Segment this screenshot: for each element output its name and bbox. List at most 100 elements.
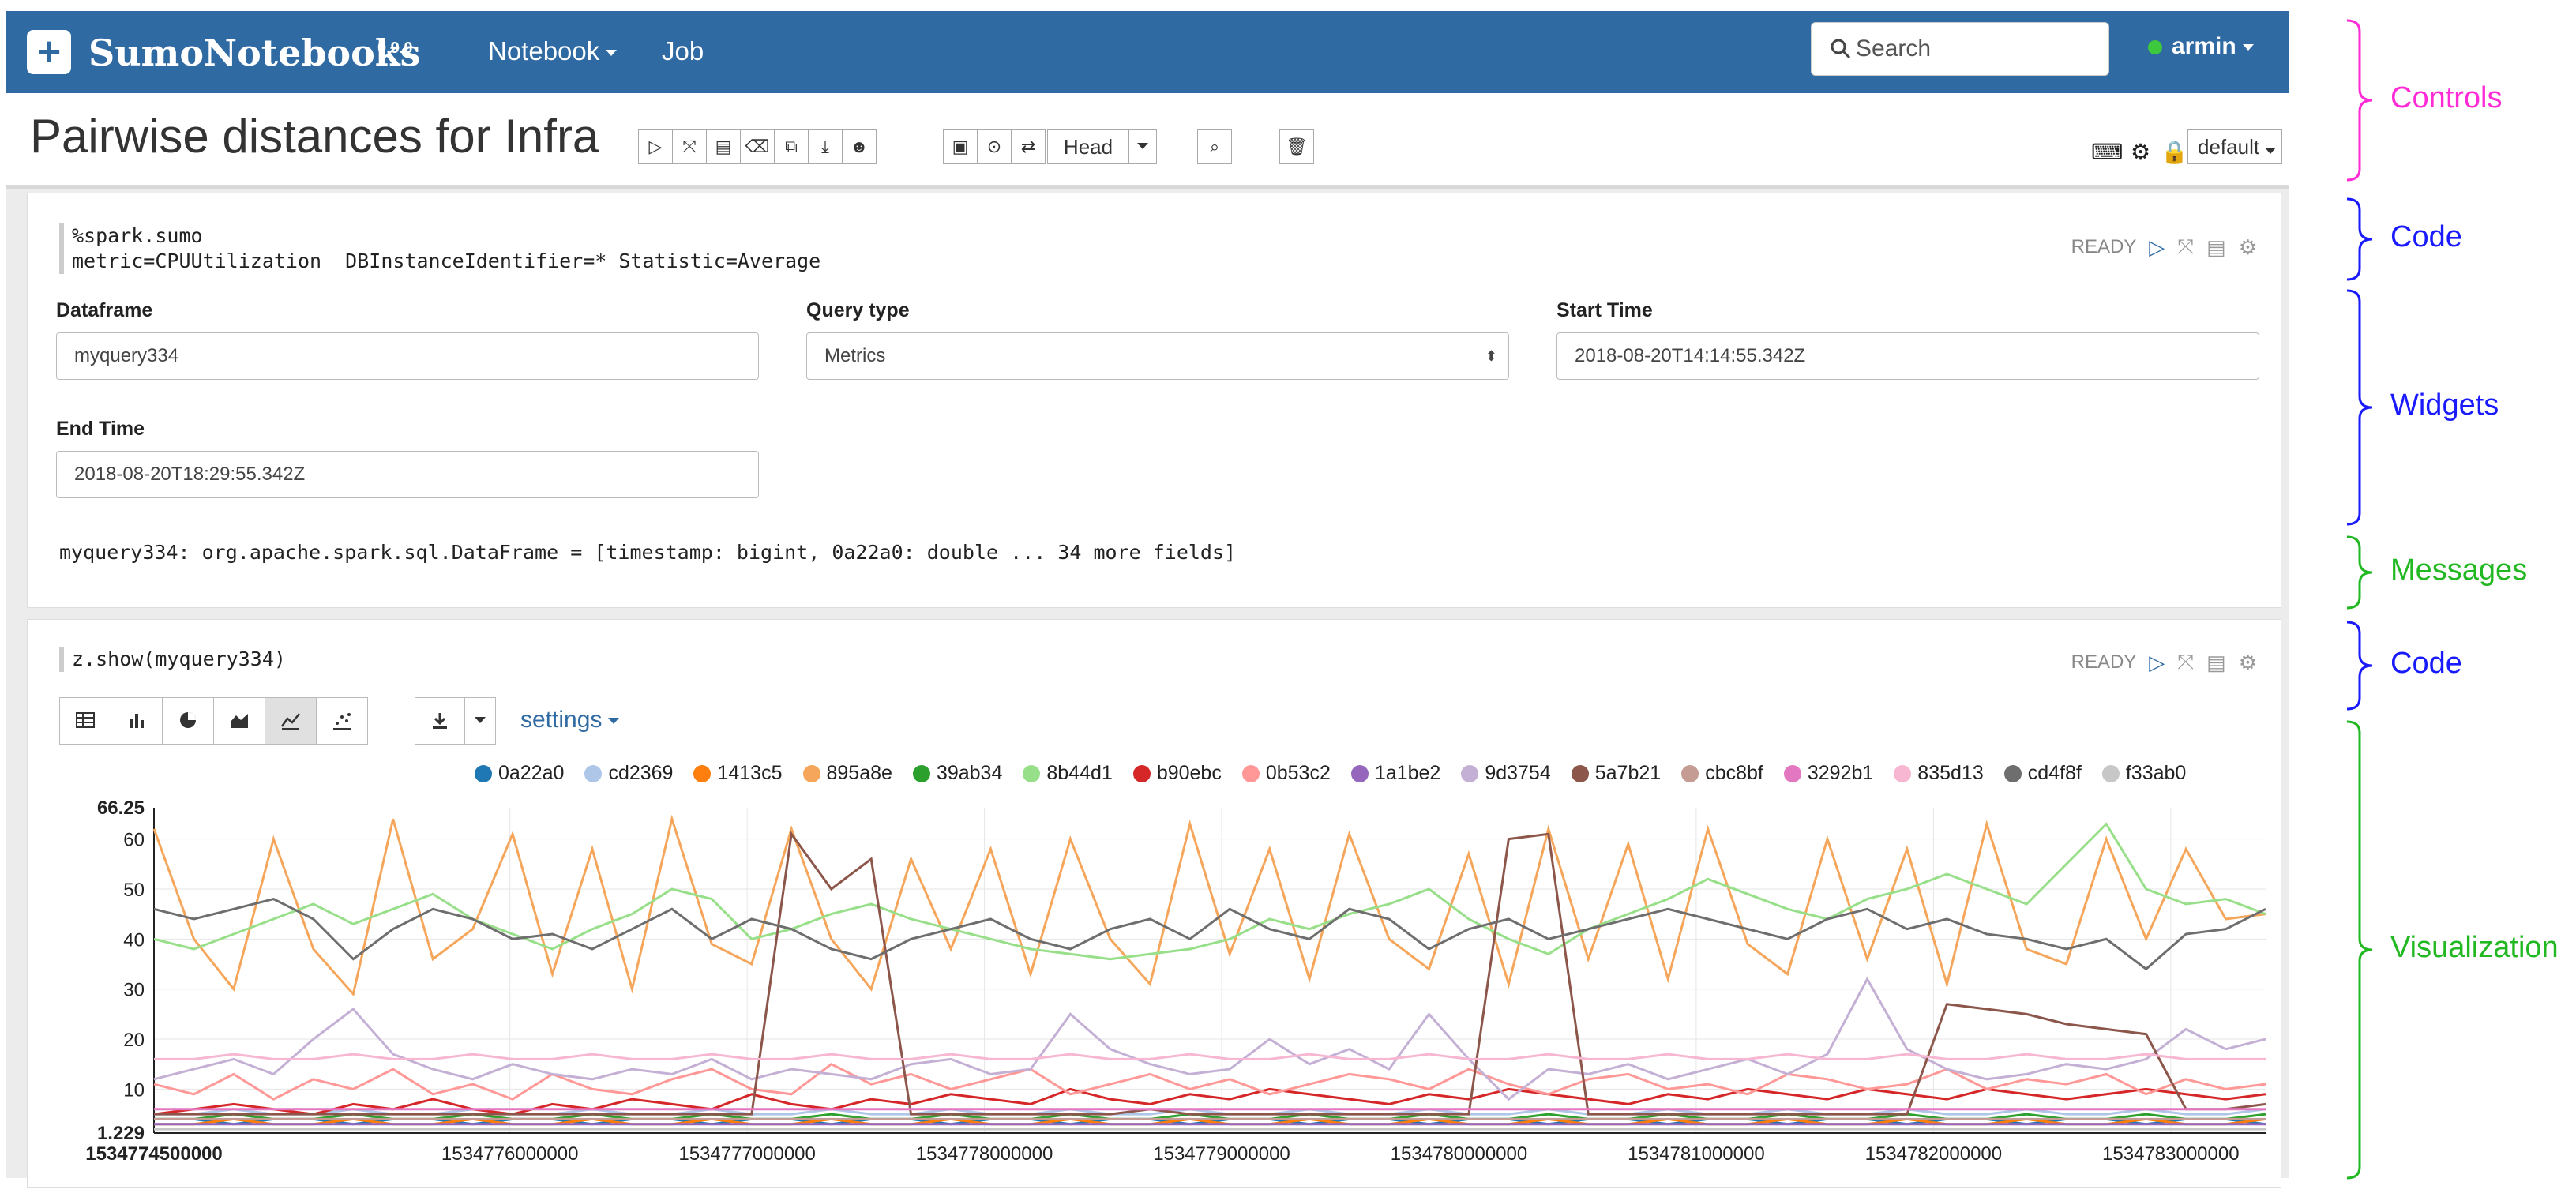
bar-chart-button[interactable] <box>111 697 163 745</box>
code-line: metric=CPUUtilization DBInstanceIdentifi… <box>72 250 821 272</box>
run-all-button[interactable]: ▷ <box>638 129 673 164</box>
notebook-toolbar: ▷ ⤧ ▤ ⌫ ⧉ ⤓ ☻ <box>638 129 877 164</box>
start-time-field[interactable]: 2018-08-20T14:14:55.342Z <box>1556 332 2259 380</box>
exchange-icon: ⇄ <box>1020 137 1036 156</box>
collapse-icon[interactable]: ⤧ <box>2177 650 2194 675</box>
search-input[interactable]: Search <box>1811 22 2109 76</box>
code-editor[interactable]: z.show(myquery334) <box>59 647 286 672</box>
compare-button[interactable]: ⇄ <box>1011 129 1046 164</box>
revision-dropdown[interactable] <box>1128 129 1157 164</box>
annotation-label: Code <box>2390 647 2462 680</box>
permissions-button[interactable]: ☻ <box>842 129 877 164</box>
page-title[interactable]: Pairwise distances for Infra <box>30 109 599 163</box>
download-icon: ⤓ <box>821 137 829 156</box>
brace-path <box>2346 197 2373 281</box>
series-line-835d13 <box>154 1053 2266 1060</box>
hide-code-button[interactable]: ⤧ <box>672 129 707 164</box>
keyboard-icon[interactable]: ⌨ <box>2091 139 2123 165</box>
code-editor[interactable]: %spark.sumo metric=CPUUtilization DBInsta… <box>59 223 820 274</box>
users-icon: ☻ <box>850 137 869 156</box>
delete-notebook-button[interactable]: 🗑 <box>1279 129 1314 164</box>
y-tick-label: 20 <box>123 1030 145 1051</box>
notebook-action-bar: Pairwise distances for Infra ▷ ⤧ ▤ ⌫ ⧉ ⤓… <box>6 93 2289 189</box>
dataframe-field[interactable]: myquery334 <box>56 332 759 380</box>
top-navbar: + SumoNotebooks 0.9.0 Notebook Job Searc… <box>6 11 2289 93</box>
chevron-down-icon <box>475 717 486 723</box>
table-icon <box>76 712 95 728</box>
notebook-menu[interactable]: Notebook <box>488 36 618 66</box>
y-max-label: 66.25 <box>97 797 145 819</box>
annotation-label: Widgets <box>2390 388 2499 422</box>
start-time-label: Start Time <box>1556 299 1653 321</box>
clone-button[interactable]: ⧉ <box>774 129 809 164</box>
chevron-down-icon <box>2242 44 2254 51</box>
brace-path <box>2346 720 2373 1180</box>
annotation-brace <box>2346 19 2373 182</box>
line-chart-button[interactable] <box>265 697 317 745</box>
x-tick-label: 1534774500000 <box>85 1143 223 1165</box>
y-tick-label: 60 <box>123 830 145 851</box>
annotation-brace <box>2346 289 2373 526</box>
version-label: 0.9.0 <box>377 39 413 57</box>
notebook-app: + SumoNotebooks 0.9.0 Notebook Job Searc… <box>6 11 2289 1188</box>
annotation-brace <box>2346 720 2373 1180</box>
book-icon[interactable]: ▤ <box>2206 235 2226 260</box>
brand-name[interactable]: SumoNotebooks <box>88 32 421 74</box>
output-message: myquery334: org.apache.spark.sql.DataFra… <box>59 541 1237 564</box>
commit-button[interactable]: ⊙ <box>977 129 1012 164</box>
clear-output-button[interactable]: ⌫ <box>740 129 775 164</box>
status-label: READY <box>2071 236 2137 257</box>
play-icon: ▷ <box>648 137 663 156</box>
play-icon[interactable]: ▷ <box>2149 235 2165 260</box>
circle-icon: ⊙ <box>986 137 1002 156</box>
y-tick-label: 10 <box>123 1079 145 1101</box>
query-type-label: Query type <box>806 299 910 321</box>
hide-output-button[interactable]: ▤ <box>706 129 741 164</box>
query-type-select[interactable]: Metrics ⬍ <box>806 332 1509 380</box>
export-button[interactable]: ⤓ <box>808 129 843 164</box>
interpreter-dropdown[interactable]: default <box>2187 129 2282 164</box>
table-view-button[interactable] <box>59 697 111 745</box>
logo-plus-icon[interactable]: + <box>27 30 71 74</box>
series-line-cd4f8f <box>153 898 2266 971</box>
scatter-chart-button[interactable] <box>316 697 368 745</box>
book-icon: ▤ <box>715 137 732 156</box>
annotation-label: Visualization <box>2390 931 2559 964</box>
paragraph-sumo-query: %spark.sumo metric=CPUUtilization DBInsta… <box>27 193 2281 608</box>
brace-path <box>2346 19 2373 182</box>
collapse-icon: ⤧ <box>682 137 697 156</box>
select-arrows-icon: ⬍ <box>1485 348 1497 364</box>
lock-icon[interactable]: 🔒 <box>2161 139 2188 165</box>
gear-icon[interactable]: ⚙ <box>2239 651 2257 675</box>
end-time-field[interactable]: 2018-08-20T18:29:55.342Z <box>56 451 759 498</box>
file-icon: ▣ <box>952 137 969 156</box>
y-min-label: 1.229 <box>97 1123 145 1144</box>
version-control-button[interactable]: ▣ <box>943 129 978 164</box>
annotation-label: Controls <box>2390 81 2503 114</box>
chevron-down-icon <box>2265 148 2277 154</box>
gear-icon[interactable]: ⚙ <box>2239 235 2257 260</box>
pie-chart-button[interactable] <box>162 697 214 745</box>
annotation-brace <box>2346 535 2373 610</box>
notebook-menu-label: Notebook <box>488 36 600 66</box>
head-revision-button[interactable]: Head <box>1047 129 1129 164</box>
settings-toggle[interactable]: settings <box>520 707 620 734</box>
job-menu[interactable]: Job <box>662 36 704 66</box>
search-placeholder: Search <box>1856 36 1932 62</box>
collapse-icon[interactable]: ⤧ <box>2177 235 2194 260</box>
download-data-button[interactable] <box>415 697 465 745</box>
series-line-895a8e <box>152 814 2266 997</box>
book-icon[interactable]: ▤ <box>2206 651 2226 675</box>
download-format-dropdown[interactable] <box>464 697 496 745</box>
download-icon <box>433 713 447 729</box>
search-code-button[interactable]: ⌕ <box>1197 129 1232 164</box>
y-tick-label: 30 <box>123 980 145 1001</box>
area-chart-button[interactable] <box>213 697 265 745</box>
brace-path <box>2346 621 2373 711</box>
annotation-label: Messages <box>2390 553 2528 587</box>
user-menu[interactable]: armin <box>2148 33 2254 60</box>
chevron-down-icon <box>606 50 618 57</box>
gear-icon[interactable]: ⚙ <box>2131 139 2150 165</box>
play-icon[interactable]: ▷ <box>2149 651 2165 675</box>
search-icon <box>1831 39 1851 59</box>
